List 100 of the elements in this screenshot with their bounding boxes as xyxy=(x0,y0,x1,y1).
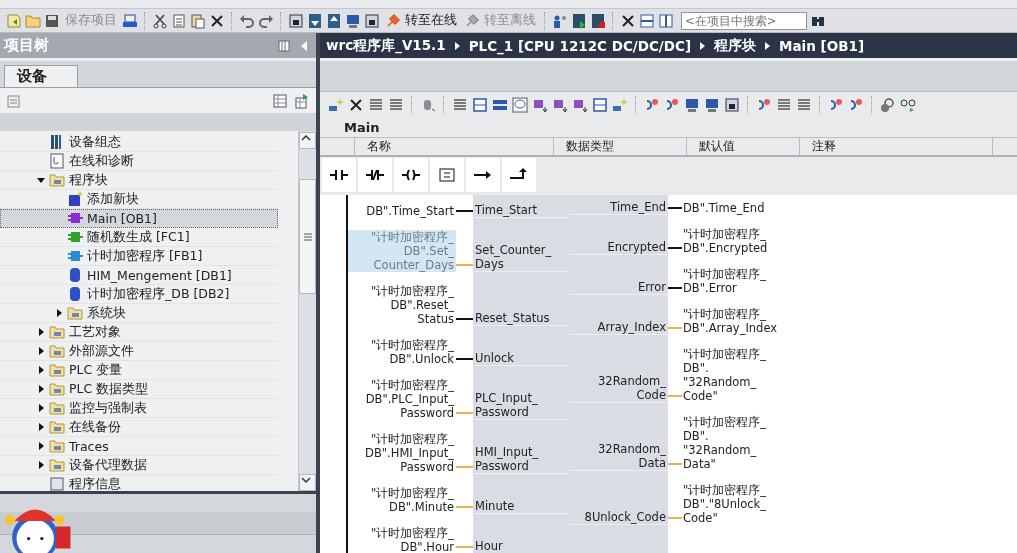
breadcrumb-item[interactable]: Main [OB1] xyxy=(779,37,865,54)
scissors-icon[interactable] xyxy=(152,12,168,29)
nc-contact-icon[interactable] xyxy=(365,167,385,183)
scrollbar[interactable] xyxy=(298,131,316,491)
collapsed-arrow-icon[interactable] xyxy=(36,365,46,375)
tree-item[interactable]: 监控与强制表 xyxy=(0,399,278,418)
tag-download-icon[interactable] xyxy=(552,97,568,113)
collapsed-arrow-icon[interactable] xyxy=(54,308,64,318)
search-field[interactable]: <在项目中搜索> xyxy=(681,11,807,30)
list-icon[interactable] xyxy=(776,97,792,113)
monitor-icon[interactable] xyxy=(704,97,720,113)
breadcrumb-item[interactable]: 程序块 xyxy=(714,36,757,55)
folder-icon xyxy=(49,457,65,473)
paste-icon[interactable] xyxy=(190,12,206,29)
chip-icon[interactable] xyxy=(724,97,740,113)
bars-icon[interactable] xyxy=(492,97,508,113)
operand-label[interactable]: "计时加密程序_ DB". "32Random_ Code" xyxy=(682,347,767,403)
delete-icon[interactable] xyxy=(209,12,225,29)
tree-item[interactable]: 外部源文件 xyxy=(0,342,278,361)
collapsed-arrow-icon[interactable] xyxy=(36,384,46,394)
vertical-split-icon[interactable] xyxy=(658,12,674,29)
tab[interactable]: 设备 xyxy=(4,65,78,87)
expanded-arrow-icon[interactable] xyxy=(36,175,46,185)
tree-item[interactable]: 设备代理数据 xyxy=(0,456,278,475)
horizontal-split-icon[interactable] xyxy=(639,12,655,29)
collapsed-arrow-icon[interactable] xyxy=(36,327,46,337)
star-icon[interactable] xyxy=(612,97,628,113)
table-arrow-icon[interactable] xyxy=(294,92,310,109)
tree-item[interactable]: 在线和诊断 xyxy=(0,152,278,171)
tag-download-icon[interactable] xyxy=(572,97,588,113)
operand-label[interactable]: "计时加密程序_ DB".HMI_Input_ Password xyxy=(348,432,456,474)
table-icon[interactable] xyxy=(272,92,288,109)
operand-label[interactable]: "计时加密程序_ DB".Unlock xyxy=(348,338,456,366)
operand-label[interactable]: "计时加密程序_ DB".Set_ Counter_Days xyxy=(348,230,456,272)
stop-icon[interactable] xyxy=(590,12,606,29)
delete-icon[interactable] xyxy=(620,12,636,29)
operand-label[interactable]: "计时加密程序_ DB".PLC_Input_ Password xyxy=(348,378,456,420)
operand-label[interactable]: "计时加密程序_ DB". "32Random_ Data" xyxy=(682,415,767,471)
search-icon[interactable] xyxy=(880,97,896,113)
redo-icon[interactable] xyxy=(258,12,274,29)
toolbar-button[interactable]: 转至在线 xyxy=(383,11,459,30)
list-icon[interactable] xyxy=(452,97,468,113)
scroll-up-icon[interactable] xyxy=(300,133,312,143)
new-document-icon[interactable] xyxy=(6,12,22,29)
tree-item[interactable]: 在线备份 xyxy=(0,418,278,437)
tree-item[interactable]: 计时加密程序_DB [DB2] xyxy=(0,285,278,304)
column-header: 注释 xyxy=(800,138,993,155)
operand-label[interactable]: "计时加密程序_ DB".Minute xyxy=(348,486,456,514)
tree-item[interactable]: Traces xyxy=(0,437,278,456)
monitor-icon[interactable] xyxy=(345,12,361,29)
collapsed-arrow-icon[interactable] xyxy=(36,460,46,470)
breadcrumb-item[interactable]: wrc程序库_V15.1 xyxy=(326,36,446,55)
tree-item[interactable]: Main [OB1] xyxy=(0,209,278,228)
tree-item[interactable]: 计时加密程序 [FB1] xyxy=(0,247,278,266)
list-icon[interactable] xyxy=(388,97,404,113)
star-icon[interactable] xyxy=(328,97,344,113)
pin-label: HMI_Input_ Password xyxy=(473,445,570,474)
tag-download-icon[interactable] xyxy=(532,97,548,113)
empty-box-icon[interactable] xyxy=(437,167,457,183)
upload-icon[interactable] xyxy=(326,12,342,29)
chip-icon[interactable] xyxy=(288,12,304,29)
frame-icon[interactable] xyxy=(592,97,608,113)
glasses-icon[interactable] xyxy=(900,97,916,113)
printer-icon[interactable] xyxy=(122,12,138,29)
download-icon[interactable] xyxy=(307,12,323,29)
play-icon[interactable] xyxy=(571,12,587,29)
chip-icon[interactable] xyxy=(364,12,380,29)
operand-label[interactable]: DB".Time_Start xyxy=(348,204,456,218)
collapsed-arrow-icon[interactable] xyxy=(36,441,46,451)
tree-item[interactable]: 系统块 xyxy=(0,304,278,323)
operand-label[interactable]: "计时加密程序_ DB".Array_Index xyxy=(682,307,778,335)
operand-label[interactable]: DB".Time_End xyxy=(682,201,765,215)
save-icon[interactable] xyxy=(44,12,60,29)
frame-icon[interactable] xyxy=(472,97,488,113)
list-icon[interactable] xyxy=(796,97,812,113)
collapsed-arrow-icon[interactable] xyxy=(36,422,46,432)
delete-icon[interactable] xyxy=(348,97,364,113)
tree-item[interactable]: 工艺对象 xyxy=(0,323,278,342)
list-icon[interactable] xyxy=(368,97,384,113)
tree-item[interactable]: 程序块 xyxy=(0,171,278,190)
operand-label[interactable]: "计时加密程序_ DB".Reset_ Status xyxy=(348,284,456,326)
operand-label[interactable]: "计时加密程序_ DB".Encrypted xyxy=(682,227,768,255)
scroll-down-icon[interactable] xyxy=(300,475,312,485)
tree-item[interactable]: 设备组态 xyxy=(0,133,278,152)
comment-icon[interactable] xyxy=(512,97,528,113)
operand-label[interactable]: "计时加密程序_ DB".Hour xyxy=(348,526,456,553)
tree-item[interactable]: PLC 数据类型 xyxy=(0,380,278,399)
operand-label[interactable]: "计时加密程序_ DB"."8Unlock_ Code" xyxy=(682,483,767,525)
collapsed-arrow-icon[interactable] xyxy=(36,403,46,413)
no-contact-icon[interactable] xyxy=(329,167,349,183)
pin-label: Minute xyxy=(473,499,570,514)
operand-label[interactable]: "计时加密程序_ DB".Error xyxy=(682,267,767,295)
tree-item[interactable]: 随机数生成 [FC1] xyxy=(0,228,278,247)
coil-icon[interactable] xyxy=(401,167,421,183)
collapsed-arrow-icon[interactable] xyxy=(36,346,46,356)
tree-item[interactable]: HIM_Mengement [DB1] xyxy=(0,266,278,285)
breadcrumb-item[interactable]: PLC_1 [CPU 1212C DC/DC/DC] xyxy=(468,37,692,54)
tree-item[interactable]: PLC 变量 xyxy=(0,361,278,380)
panel-layout-icon[interactable] xyxy=(278,38,290,53)
monitor-icon[interactable] xyxy=(684,97,700,113)
